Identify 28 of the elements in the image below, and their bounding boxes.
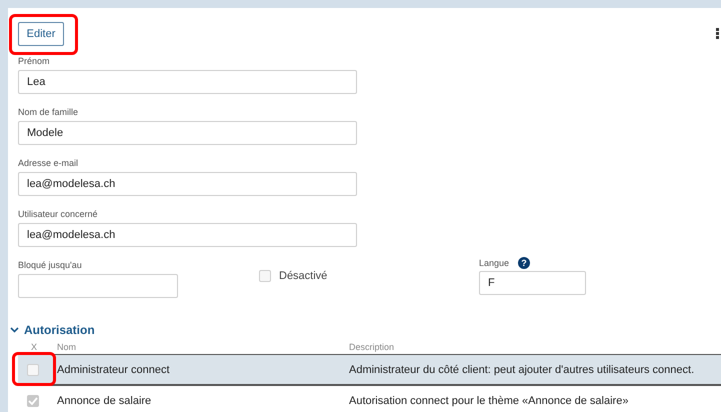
field-label: Langue	[479, 258, 510, 268]
section-title[interactable]: Autorisation	[24, 323, 95, 337]
column-header: Description	[349, 342, 396, 352]
field-label: Utilisateur concerné	[18, 208, 99, 220]
field-label: Adresse e-mail	[18, 157, 80, 169]
column-header: Nom	[57, 342, 78, 352]
help-button[interactable]: ?	[518, 257, 530, 269]
edit-button[interactable]: Editer	[18, 22, 64, 46]
date-field[interactable]	[18, 274, 178, 298]
text-field[interactable]: Modele	[18, 121, 357, 145]
text-field[interactable]: Lea	[18, 70, 357, 94]
text-field[interactable]: lea@modelesa.ch	[18, 172, 357, 196]
text-field[interactable]: lea@modelesa.ch	[18, 223, 357, 247]
checkbox[interactable]	[259, 270, 271, 282]
chevron-icon[interactable]	[10, 327, 19, 333]
column-header: X	[30, 342, 38, 352]
field-label: Nom de famille	[18, 106, 80, 118]
checkbox-label: Désactivé	[279, 270, 328, 282]
field-label: Bloqué jusqu'au	[18, 259, 83, 271]
table-cell-text: Administrateur du côté client: peut ajouter d'autres utilisateurs connect.	[349, 364, 696, 376]
language-field[interactable]: F	[479, 271, 586, 295]
table-cell-text: Annonce de salaire	[57, 394, 152, 406]
table-cell-text: Autorisation connect pour le thème «Annonce de salaire»	[349, 394, 630, 406]
field-label: Prénom	[18, 55, 51, 67]
checkbox[interactable]	[27, 364, 39, 376]
table-row[interactable]: Administrateur connect Administrateur du côté client: peut ajouter d'autres utilisateurs connect.	[18, 354, 721, 385]
more-options-icon[interactable]	[716, 28, 719, 39]
table-cell-text: Administrateur connect	[57, 364, 170, 376]
